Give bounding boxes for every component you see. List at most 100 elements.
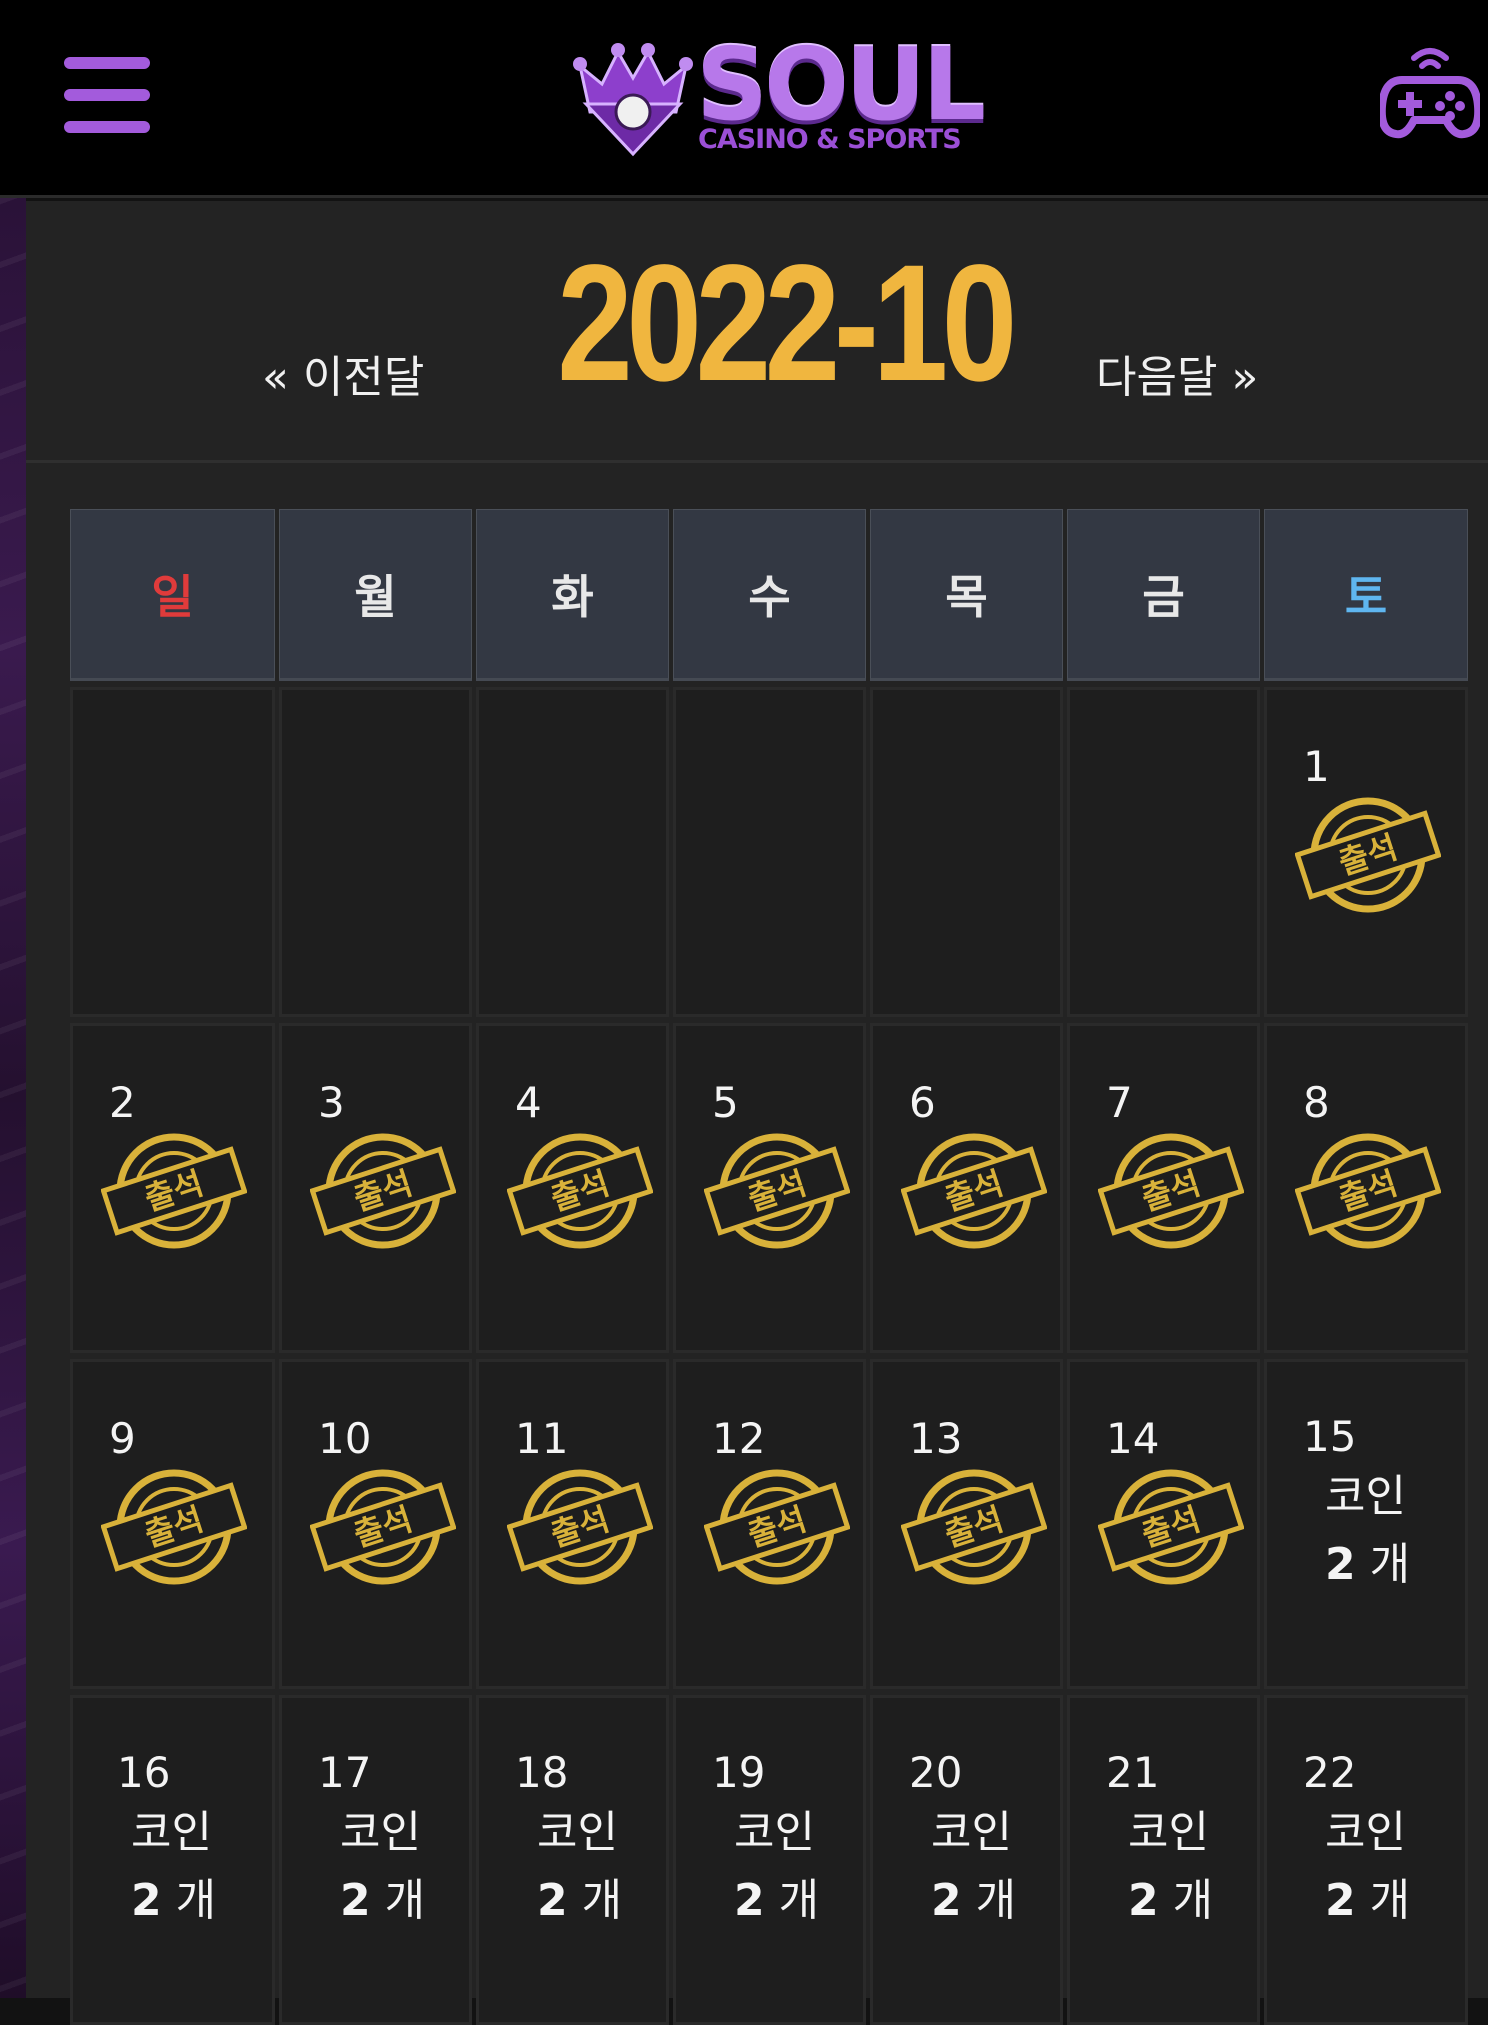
svg-text:출석: 출석 (349, 1500, 417, 1554)
attendance-calendar: 일 월 화 수 목 금 토 1 출석 2 출석 3 출석 4 출석 5 출석 6 출석 7 출석 8 출석 9 출… (70, 509, 1468, 2025)
day-number: 2 (109, 1078, 136, 1127)
day-number: 5 (712, 1078, 739, 1127)
day-number: 15 (1303, 1412, 1357, 1461)
attendance-stamp-icon: 출석 (309, 1462, 457, 1592)
calendar-day-cell: 13 출석 (870, 1359, 1063, 1689)
calendar-day-cell: 10 출석 (279, 1359, 472, 1689)
coin-amount: 2 (537, 1875, 568, 1926)
attendance-stamp-icon: 출석 (506, 1462, 654, 1592)
coin-unit: 개 (384, 1875, 426, 1926)
crown-icon (573, 43, 693, 157)
coin-reward-label: 코인 (734, 1807, 815, 1858)
prev-month-link[interactable]: « 이전달 (262, 341, 424, 405)
day-number: 3 (318, 1078, 345, 1127)
coin-unit: 개 (1172, 1875, 1214, 1926)
coin-reward-label: 코인 (1128, 1807, 1209, 1858)
calendar-day-cell: 18 코인 2 개 (476, 1695, 669, 2025)
attendance-stamp-icon: 출석 (1294, 790, 1442, 920)
day-number: 17 (318, 1748, 372, 1797)
weekday-header-sat: 토 (1264, 509, 1468, 681)
day-number: 1 (1303, 742, 1330, 791)
calendar-day-cell: 3 출석 (279, 1023, 472, 1353)
day-number: 6 (909, 1078, 936, 1127)
gamepad-icon[interactable] (1380, 46, 1480, 144)
svg-text:출석: 출석 (1334, 828, 1402, 882)
day-number: 14 (1106, 1414, 1160, 1463)
coin-amount: 2 (131, 1875, 162, 1926)
coin-amount: 2 (1325, 1539, 1356, 1590)
calendar-empty-cell (279, 687, 472, 1017)
attendance-stamp-icon: 출석 (900, 1126, 1048, 1256)
coin-unit: 개 (175, 1875, 217, 1926)
day-number: 8 (1303, 1078, 1330, 1127)
calendar-empty-cell (673, 687, 866, 1017)
coin-reward-label: 코인 (1325, 1471, 1406, 1522)
day-number: 12 (712, 1414, 766, 1463)
day-number: 22 (1303, 1748, 1357, 1797)
svg-text:출석: 출석 (140, 1500, 208, 1554)
coin-unit: 개 (778, 1875, 820, 1926)
attendance-stamp-icon: 출석 (1294, 1126, 1442, 1256)
logo-subtitle: CASINO & SPORTS (698, 124, 962, 155)
coin-unit: 개 (1369, 1875, 1411, 1926)
coin-reward-count: 2개 (1128, 1864, 1213, 1928)
attendance-stamp-icon: 출석 (900, 1462, 1048, 1592)
coin-reward-label: 코인 (537, 1807, 618, 1858)
coin-reward-count: 2개 (537, 1864, 622, 1928)
calendar-day-cell: 15 코인 2 개 (1264, 1359, 1468, 1689)
calendar-day-cell: 19 코인 2 개 (673, 1695, 866, 2025)
top-bar: SOUL CASINO & SPORTS (0, 0, 1488, 198)
attendance-stamp-icon: 출석 (100, 1126, 248, 1256)
coin-amount: 2 (1325, 1875, 1356, 1926)
coin-reward-label: 코인 (340, 1807, 421, 1858)
svg-text:출석: 출석 (1137, 1164, 1205, 1218)
weekday-header-mon: 월 (279, 509, 472, 681)
calendar-day-cell: 8 출석 (1264, 1023, 1468, 1353)
attendance-panel: « 이전달 2022-10 다음달 » 일 월 화 수 목 금 토 1 출석 2 출석… (26, 201, 1488, 2025)
coin-unit: 개 (581, 1875, 623, 1926)
coin-reward-count: 2개 (931, 1864, 1016, 1928)
coin-amount: 2 (340, 1875, 371, 1926)
svg-text:출석: 출석 (1334, 1164, 1402, 1218)
coin-reward-count: 2개 (1325, 1864, 1410, 1928)
calendar-day-cell: 9 출석 (70, 1359, 275, 1689)
calendar-empty-cell (1067, 687, 1260, 1017)
coin-reward-count: 2개 (1325, 1528, 1410, 1592)
coin-reward-label: 코인 (1325, 1807, 1406, 1858)
hamburger-menu-icon[interactable] (64, 55, 150, 135)
current-month-title: 2022-10 (557, 231, 1017, 416)
weekday-header-tue: 화 (476, 509, 669, 681)
calendar-empty-cell (70, 687, 275, 1017)
svg-text:출석: 출석 (743, 1500, 811, 1554)
attendance-stamp-icon: 출석 (309, 1126, 457, 1256)
day-number: 16 (117, 1748, 171, 1797)
calendar-day-cell: 11 출석 (476, 1359, 669, 1689)
calendar-day-cell: 20 코인 2 개 (870, 1695, 1063, 2025)
svg-text:출석: 출석 (743, 1164, 811, 1218)
weekday-header-fri: 금 (1067, 509, 1260, 681)
decorative-side-background (0, 198, 26, 1998)
coin-amount: 2 (931, 1875, 962, 1926)
svg-text:출석: 출석 (940, 1500, 1008, 1554)
calendar-empty-cell (870, 687, 1063, 1017)
svg-text:출석: 출석 (940, 1164, 1008, 1218)
weekday-header-wed: 수 (673, 509, 866, 681)
day-number: 9 (109, 1414, 136, 1463)
coin-reward-count: 2개 (734, 1864, 819, 1928)
day-number: 21 (1106, 1748, 1160, 1797)
coin-reward-label: 코인 (931, 1807, 1012, 1858)
calendar-day-cell: 4 출석 (476, 1023, 669, 1353)
calendar-day-cell: 5 출석 (673, 1023, 866, 1353)
attendance-stamp-icon: 출석 (1097, 1126, 1245, 1256)
calendar-day-cell: 21 코인 2 개 (1067, 1695, 1260, 2025)
calendar-day-cell: 17 코인 2 개 (279, 1695, 472, 2025)
svg-text:출석: 출석 (1137, 1500, 1205, 1554)
svg-text:출석: 출석 (140, 1164, 208, 1218)
site-logo[interactable]: SOUL CASINO & SPORTS (572, 30, 986, 158)
day-number: 4 (515, 1078, 542, 1127)
attendance-stamp-icon: 출석 (703, 1462, 851, 1592)
next-month-link[interactable]: 다음달 » (1096, 341, 1258, 405)
svg-text:출석: 출석 (546, 1500, 614, 1554)
coin-amount: 2 (1128, 1875, 1159, 1926)
attendance-stamp-icon: 출석 (506, 1126, 654, 1256)
